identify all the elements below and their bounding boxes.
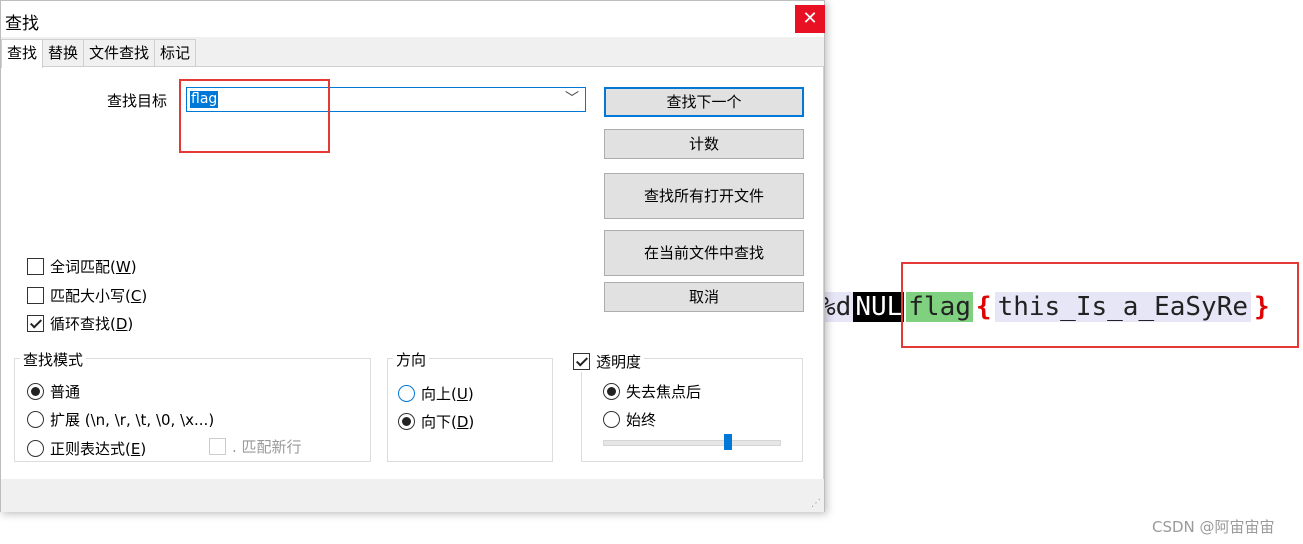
direction-up-circle[interactable] (398, 385, 415, 402)
dot-newline-box[interactable] (209, 438, 226, 455)
lose-focus-label: 失去焦点后 (626, 383, 702, 401)
tab-replace[interactable]: 替换 (42, 39, 85, 66)
lose-focus-circle[interactable] (603, 383, 620, 400)
whole-word-checkbox[interactable]: 全词匹配(W) (27, 256, 137, 277)
always-label: 始终 (626, 411, 657, 429)
dialog-title: 查找 (5, 14, 39, 34)
mode-normal-label: 普通 (50, 383, 81, 401)
mode-regex-radio[interactable]: 正则表达式(E) (27, 438, 146, 459)
watermark: CSDN @阿宙宙宙 (1152, 518, 1275, 536)
direction-up-radio[interactable]: 向上(U) (398, 383, 474, 404)
transparency-title: 透明度 (596, 353, 642, 371)
status-bar: ⋰ (1, 479, 824, 512)
dot-newline-label: . 匹配新行 (232, 438, 302, 456)
tab-find[interactable]: 查找 (1, 39, 44, 68)
find-next-button[interactable]: 查找下一个 (604, 87, 804, 117)
annotation-box-input (179, 79, 330, 153)
tab-find-in-files[interactable]: 文件查找 (83, 39, 156, 66)
nul-char-marker: NUL (853, 292, 905, 322)
mode-normal-circle[interactable] (27, 383, 44, 400)
mode-extended-circle[interactable] (27, 411, 44, 428)
direction-group (387, 358, 553, 462)
direction-down-radio[interactable]: 向下(D) (398, 411, 474, 432)
always-circle[interactable] (603, 411, 620, 428)
direction-down-circle[interactable] (398, 413, 415, 430)
match-case-box[interactable] (27, 287, 44, 304)
title-bar[interactable]: 查找 ✕ (1, 1, 825, 37)
direction-down-label: 向下(D) (421, 413, 475, 431)
transparency-slider-thumb[interactable] (724, 434, 732, 450)
annotation-box-editor (901, 262, 1299, 348)
dot-newline-checkbox[interactable]: . 匹配新行 (209, 436, 302, 457)
transparency-lose-focus-radio[interactable]: 失去焦点后 (603, 381, 701, 402)
mode-extended-label: 扩展 (\n, \r, \t, \0, \x...) (50, 411, 215, 429)
direction-up-label: 向上(U) (421, 385, 474, 403)
find-all-open-files-button[interactable]: 查找所有打开文件 (604, 173, 804, 219)
transparency-box[interactable] (573, 353, 590, 370)
direction-title: 方向 (393, 349, 430, 370)
mode-regex-label: 正则表达式(E) (50, 440, 147, 458)
mode-normal-radio[interactable]: 普通 (27, 381, 80, 402)
transparency-always-radio[interactable]: 始终 (603, 409, 656, 430)
search-mode-title: 查找模式 (20, 349, 87, 370)
find-dialog: 查找 ✕ 查找 替换 文件查找 标记 查找目标 flag ﹀ 查找下一个 计数 … (0, 0, 825, 512)
mode-regex-circle[interactable] (27, 440, 44, 457)
find-target-label: 查找目标 (107, 92, 168, 110)
match-case-label: 匹配大小写(C) (50, 287, 148, 305)
count-button[interactable]: 计数 (604, 129, 804, 159)
cancel-button[interactable]: 取消 (604, 282, 804, 312)
transparency-slider-track[interactable] (603, 440, 781, 446)
mode-extended-radio[interactable]: 扩展 (\n, \r, \t, \0, \x...) (27, 409, 214, 430)
close-button[interactable]: ✕ (795, 5, 825, 33)
match-case-checkbox[interactable]: 匹配大小写(C) (27, 285, 147, 306)
wrap-around-box[interactable] (27, 315, 44, 332)
transparency-checkbox[interactable]: 透明度 (573, 351, 645, 372)
chevron-down-icon[interactable]: ﹀ (565, 88, 579, 111)
wrap-around-label: 循环查找(D) (50, 315, 134, 333)
whole-word-box[interactable] (27, 258, 44, 275)
wrap-around-checkbox[interactable]: 循环查找(D) (27, 313, 133, 334)
close-icon: ✕ (802, 8, 818, 29)
tab-mark[interactable]: 标记 (154, 39, 197, 66)
resize-grip-icon[interactable]: ⋰ (811, 498, 821, 509)
find-in-current-file-button[interactable]: 在当前文件中查找 (604, 230, 804, 276)
whole-word-label: 全词匹配(W) (50, 258, 137, 276)
tab-bar: 查找 替换 文件查找 标记 (1, 39, 197, 68)
